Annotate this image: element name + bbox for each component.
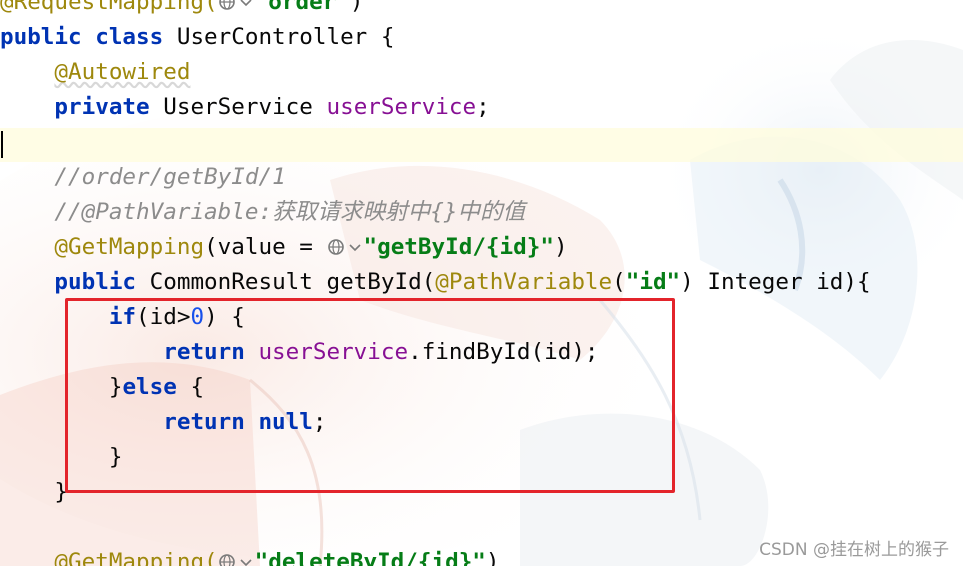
code-token: private bbox=[54, 94, 164, 120]
code-line[interactable]: public CommonResult getById(@PathVariabl… bbox=[0, 265, 871, 300]
code-line[interactable]: private UserService userService; bbox=[0, 90, 871, 125]
code-token: @RequestMapping( bbox=[0, 0, 218, 15]
code-token: ) bbox=[485, 549, 500, 566]
watermark: CSDN @挂在树上的猴子 bbox=[759, 540, 949, 560]
code-token: userService bbox=[326, 94, 477, 120]
code-token: UserService bbox=[163, 94, 327, 120]
code-token: "getById/{id}" bbox=[363, 234, 554, 260]
code-token: public class bbox=[0, 24, 177, 50]
code-line[interactable]: @GetMapping( "deleteById/{id}") bbox=[0, 545, 871, 566]
globe-link-icon[interactable] bbox=[218, 0, 255, 20]
code-line[interactable] bbox=[0, 510, 871, 545]
code-token: "order" bbox=[254, 0, 350, 15]
code-token: ) Integer id){ bbox=[680, 269, 871, 295]
globe-link-icon[interactable] bbox=[327, 230, 364, 265]
code-token: "deleteById/{id}" bbox=[254, 549, 486, 566]
code-token: "id" bbox=[625, 269, 681, 295]
code-line[interactable]: @Autowired bbox=[0, 55, 871, 90]
code-token: ; bbox=[476, 94, 490, 120]
code-line[interactable]: public class UserController { bbox=[0, 20, 871, 55]
code-token: @GetMapping( bbox=[54, 549, 218, 566]
code-token: } bbox=[0, 479, 69, 505]
code-token: @PathVariable bbox=[435, 269, 613, 295]
code-editor[interactable]: @RequestMapping( "order") public class Use… bbox=[0, 0, 963, 566]
code-token: @Autowired bbox=[54, 59, 191, 85]
code-token: //order/getById/1 bbox=[54, 164, 286, 190]
code-line[interactable]: //order/getById/1 bbox=[0, 160, 871, 195]
code-line[interactable]: //@PathVariable:获取请求映射中{}中的值 bbox=[0, 195, 871, 230]
red-highlight-box bbox=[65, 298, 675, 493]
globe-link-icon[interactable] bbox=[218, 545, 255, 566]
code-token: //@PathVariable:获取请求映射中{}中的值 bbox=[54, 199, 526, 225]
code-token: @GetMapping bbox=[54, 234, 205, 260]
code-line[interactable] bbox=[0, 125, 871, 160]
code-token: CommonResult getById( bbox=[149, 269, 436, 295]
code-token: public bbox=[54, 269, 150, 295]
code-token: ) bbox=[349, 0, 364, 15]
code-token: ) bbox=[553, 234, 568, 260]
code-token: (value = bbox=[204, 234, 327, 260]
code-line[interactable]: @GetMapping(value = "getById/{id}") bbox=[0, 230, 871, 265]
code-line[interactable]: @RequestMapping( "order") bbox=[0, 0, 871, 20]
code-token: UserController { bbox=[176, 24, 395, 50]
code-token: ( bbox=[612, 269, 626, 295]
